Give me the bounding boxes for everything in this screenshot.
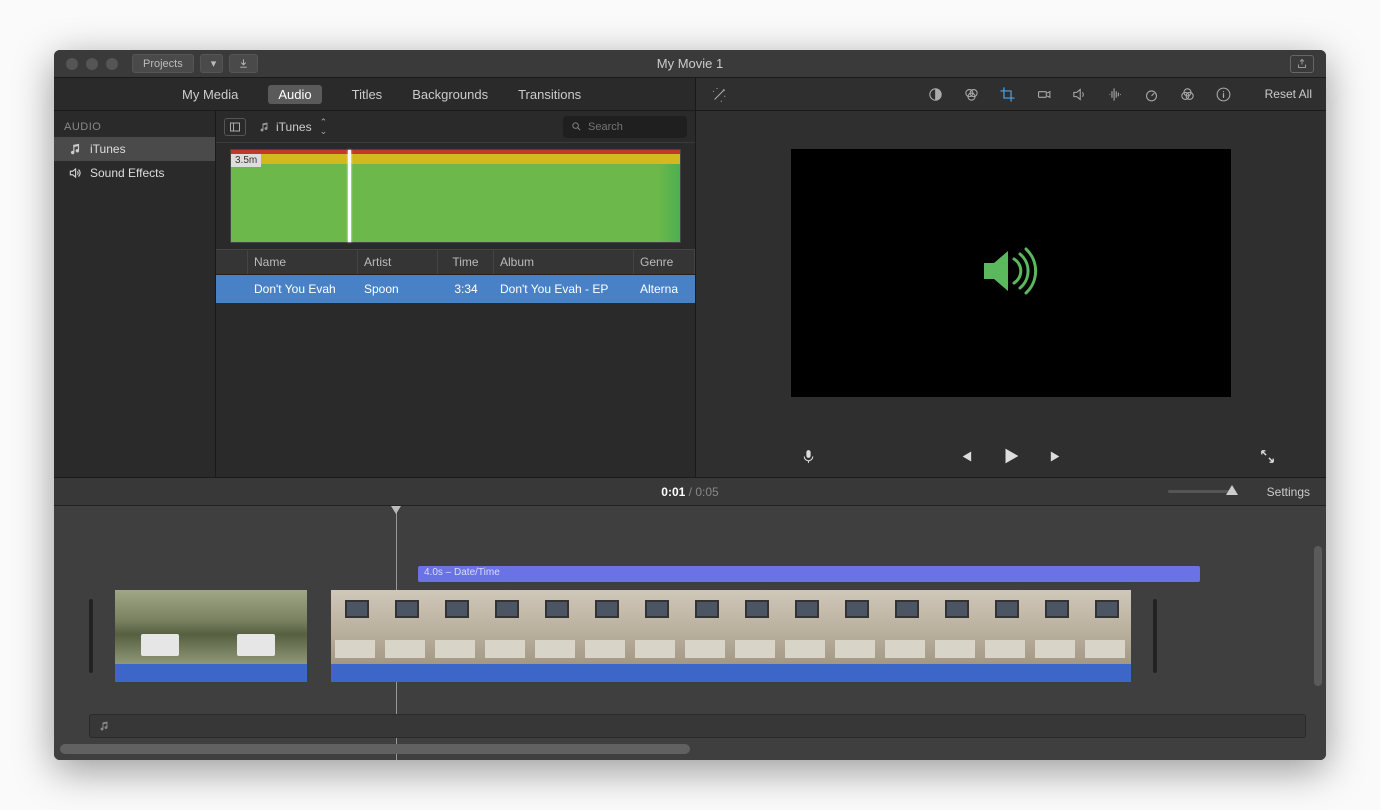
previous-button[interactable] (957, 448, 974, 465)
color-filter-icon[interactable] (1179, 85, 1197, 103)
browser-toolbar: iTunes ⌃⌄ (216, 111, 695, 143)
speed-icon[interactable] (1143, 85, 1161, 103)
title-clip[interactable]: 4.0s – Date/Time (418, 566, 1200, 582)
cell-album: Don't You Evah - EP (494, 275, 634, 303)
adjustment-toolbar: Reset All (696, 78, 1326, 111)
cell-artist: Spoon (358, 275, 438, 303)
sound-icon (68, 166, 82, 180)
reset-all-button[interactable]: Reset All (1265, 87, 1312, 101)
voiceover-button[interactable] (800, 448, 817, 465)
magic-wand-icon[interactable] (710, 85, 728, 103)
next-button[interactable] (1048, 448, 1065, 465)
tab-transitions[interactable]: Transitions (518, 87, 581, 102)
stabilization-icon[interactable] (1035, 85, 1053, 103)
titlebar: Projects ▾ My Movie 1 (54, 50, 1326, 78)
sidebar-item-itunes[interactable]: iTunes (54, 137, 215, 161)
fullscreen-button[interactable] (1259, 448, 1276, 465)
clip-trim-handle[interactable] (1153, 599, 1157, 673)
cell-name: Don't You Evah (248, 275, 358, 303)
music-well[interactable] (89, 714, 1306, 738)
col-name[interactable]: Name (248, 250, 358, 274)
noise-reduction-icon[interactable] (1107, 85, 1125, 103)
tab-backgrounds[interactable]: Backgrounds (412, 87, 488, 102)
chevron-updown-icon: ⌃⌄ (320, 118, 328, 136)
media-tabs: My Media Audio Titles Backgrounds Transi… (54, 78, 695, 111)
clip-audio-strip[interactable] (331, 664, 1131, 682)
download-button[interactable] (229, 54, 258, 73)
video-clip-2[interactable] (331, 590, 1131, 682)
sidebar-item-label: iTunes (90, 142, 126, 156)
project-title: My Movie 1 (657, 56, 723, 71)
preview-screen[interactable] (791, 149, 1231, 397)
cell-time: 3:34 (438, 275, 494, 303)
transport-controls (696, 435, 1326, 477)
search-field[interactable] (588, 121, 678, 133)
tab-titles[interactable]: Titles (352, 87, 383, 102)
volume-icon[interactable] (1071, 85, 1089, 103)
clip-trim-handle[interactable] (89, 599, 93, 673)
table-row[interactable]: Don't You Evah Spoon 3:34 Don't You Evah… (216, 275, 695, 303)
waveform-duration-badge: 3.5m (231, 154, 261, 167)
tab-audio[interactable]: Audio (268, 85, 321, 104)
zoom-slider[interactable] (1168, 490, 1236, 493)
audio-track-table: Name Artist Time Album Genre Don't You E… (216, 249, 695, 477)
timeline[interactable]: 4.0s – Date/Time (54, 506, 1326, 760)
color-correction-icon[interactable] (963, 85, 981, 103)
tab-my-media[interactable]: My Media (182, 87, 238, 102)
zoom-window-icon[interactable] (106, 58, 118, 70)
col-time[interactable]: Time (438, 250, 494, 274)
sidebar-item-sound-effects[interactable]: Sound Effects (54, 161, 215, 185)
timeline-header: 0:01 / 0:05 Settings (54, 478, 1326, 506)
settings-button[interactable]: Settings (1267, 485, 1310, 499)
timeline-horizontal-scrollbar[interactable] (60, 744, 1320, 754)
search-input[interactable] (563, 116, 687, 138)
preview-viewer (696, 111, 1326, 435)
library-dropdown[interactable]: iTunes ⌃⌄ (254, 118, 331, 136)
sidebar-item-label: Sound Effects (90, 166, 165, 180)
skimmer-playhead[interactable] (348, 150, 351, 242)
info-icon[interactable] (1215, 85, 1233, 103)
close-window-icon[interactable] (66, 58, 78, 70)
window-controls (66, 58, 118, 70)
crop-icon[interactable] (999, 85, 1017, 103)
sidebar-heading: AUDIO (54, 117, 215, 137)
search-icon (571, 121, 582, 132)
app-window: Projects ▾ My Movie 1 My Media Audio Tit… (54, 50, 1326, 760)
playhead-time: 0:01 / 0:05 (661, 485, 718, 499)
col-artist[interactable]: Artist (358, 250, 438, 274)
minimize-window-icon[interactable] (86, 58, 98, 70)
share-button[interactable] (1290, 55, 1314, 73)
color-balance-icon[interactable] (927, 85, 945, 103)
toggle-sidebar-button[interactable] (224, 118, 246, 136)
cell-genre: Alterna (634, 275, 695, 303)
audio-playing-icon (978, 247, 1044, 300)
col-album[interactable]: Album (494, 250, 634, 274)
music-note-icon (98, 720, 110, 732)
timeline-vertical-scrollbar[interactable] (1314, 546, 1322, 686)
dropdown-label: iTunes (276, 120, 312, 134)
music-note-icon (68, 142, 82, 156)
import-media-button[interactable]: ▾ (200, 54, 224, 73)
clip-audio-strip[interactable] (115, 664, 307, 682)
audio-waveform-preview[interactable]: 3.5m (230, 149, 681, 243)
col-genre[interactable]: Genre (634, 250, 695, 274)
video-clip-1[interactable] (115, 590, 307, 682)
music-note-icon (258, 121, 270, 133)
audio-sidebar: AUDIO iTunes Sound Effects (54, 111, 216, 477)
play-button[interactable] (1000, 445, 1022, 467)
table-header: Name Artist Time Album Genre (216, 249, 695, 275)
projects-button[interactable]: Projects (132, 54, 194, 73)
